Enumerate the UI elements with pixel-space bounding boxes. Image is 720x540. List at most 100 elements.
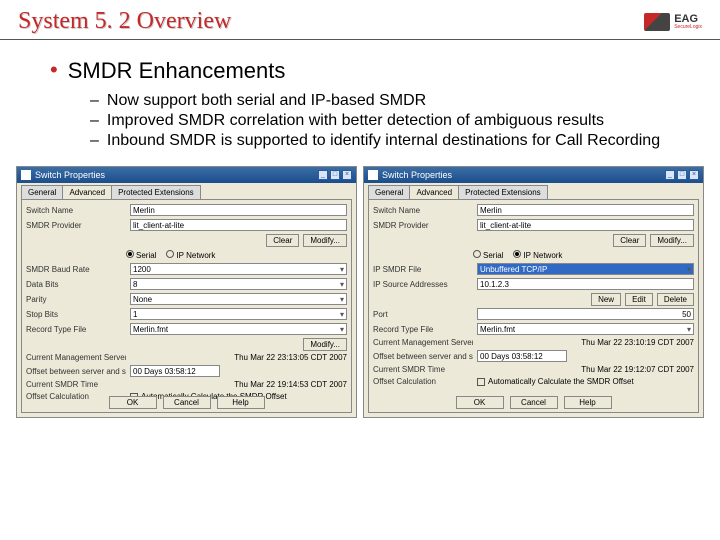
radio-group: Serial IP Network [126,250,347,260]
cancel-button[interactable]: Cancel [163,396,211,409]
radio-group: Serial IP Network [473,250,694,260]
label-smdr-time: Current SMDR Time [26,380,126,389]
window-icon [21,170,31,180]
field-ip-file[interactable]: Unbuffered TCP/IP [477,263,694,275]
dialog-buttons: OK Cancel Help [369,396,698,409]
radio-ipnetwork[interactable]: IP Network [166,250,215,260]
delete-button[interactable]: Delete [657,293,694,306]
field-stopbits[interactable]: 1 [130,308,347,320]
field-baud[interactable]: 1200 [130,263,347,275]
ok-button[interactable]: OK [109,396,157,409]
tab-panel: Switch Name Merlin SMDR Provider lit_cli… [21,199,352,413]
field-offset[interactable]: 00 Days 03:58:12 [130,365,220,377]
close-button[interactable]: × [689,170,699,180]
bullet-l2-text: Inbound SMDR is supported to identify in… [107,132,660,150]
tab-protected[interactable]: Protected Extensions [111,185,201,199]
label-ip-file: IP SMDR File [373,265,473,274]
field-rectype[interactable]: Merlin.fmt [477,323,694,335]
dialog-ip: Switch Properties _ □ × General Advanced… [363,166,704,418]
field-switch-name[interactable]: Merlin [130,204,347,216]
window-title: Switch Properties [382,170,452,180]
edit-button[interactable]: Edit [625,293,653,306]
cancel-button[interactable]: Cancel [510,396,558,409]
label-smdr-provider: SMDR Provider [26,221,126,230]
titlebar: Switch Properties _ □ × [17,167,356,183]
new-button[interactable]: New [591,293,621,306]
field-parity[interactable]: None [130,293,347,305]
field-offset[interactable]: 00 Days 03:58:12 [477,350,567,362]
field-ip-source[interactable]: 10.1.2.3 [477,278,694,290]
slide-body: • SMDR Enhancements – Now support both s… [0,40,720,158]
bullet-level2: – Improved SMDR correlation with better … [90,112,670,130]
window-title: Switch Properties [35,170,105,180]
label-smdr-time: Current SMDR Time [373,365,473,374]
minimize-button[interactable]: _ [665,170,675,180]
field-databits[interactable]: 8 [130,278,347,290]
titlebar: Switch Properties _ □ × [364,167,703,183]
field-port[interactable]: 50 [477,308,694,320]
modify-button[interactable]: Modify... [303,234,347,247]
checkbox-auto-calc[interactable]: Automatically Calculate the SMDR Offset [477,377,634,386]
label-parity: Parity [26,295,126,304]
tab-protected[interactable]: Protected Extensions [458,185,548,199]
modify-button[interactable]: Modify... [650,234,694,247]
label-rectype: Record Type File [373,325,473,334]
bullet-dot-icon: • [50,58,58,84]
slide-title: System 5. 2 Overview [18,8,231,35]
label-offset-srv: Offset between server and switch [373,352,473,361]
label-smdr-provider: SMDR Provider [373,221,473,230]
logo: EAG SecureLogix [644,13,702,31]
label-stopbits: Stop Bits [26,310,126,319]
value-cur-time: Thu Mar 22 23:10:19 CDT 2007 [477,338,694,347]
modify-button-2[interactable]: Modify... [303,338,347,351]
tab-panel: Switch Name Merlin SMDR Provider lit_cli… [368,199,699,413]
radio-serial[interactable]: Serial [473,250,503,260]
label-cur-time: Current Management Server Time [26,353,126,362]
field-smdr-provider[interactable]: lit_client-at-lite [477,219,694,231]
slide-header: System 5. 2 Overview EAG SecureLogix [0,0,720,40]
logo-text-sub: SecureLogix [674,25,702,30]
minimize-button[interactable]: _ [318,170,328,180]
field-rectype[interactable]: Merlin.fmt [130,323,347,335]
dash-icon: – [90,112,99,130]
tab-advanced[interactable]: Advanced [62,185,112,199]
tab-advanced[interactable]: Advanced [409,185,459,199]
field-switch-name[interactable]: Merlin [477,204,694,216]
label-switch-name: Switch Name [373,206,473,215]
dash-icon: – [90,132,99,150]
value-smdr-time: Thu Mar 22 19:14:53 CDT 2007 [130,380,347,389]
logo-icon [644,13,670,31]
value-cur-time: Thu Mar 22 23:13:05 CDT 2007 [130,353,347,362]
close-button[interactable]: × [342,170,352,180]
tab-general[interactable]: General [21,185,63,199]
label-switch-name: Switch Name [26,206,126,215]
label-ip-source: IP Source Addresses [373,280,473,289]
label-port: Port [373,310,473,319]
logo-text-main: EAG [674,14,702,25]
dialog-serial: Switch Properties _ □ × General Advanced… [16,166,357,418]
field-smdr-provider[interactable]: lit_client-at-lite [130,219,347,231]
ok-button[interactable]: OK [456,396,504,409]
dialog-buttons: OK Cancel Help [22,396,351,409]
label-cur-time: Current Management Server Time [373,338,473,347]
help-button[interactable]: Help [564,396,612,409]
value-smdr-time: Thu Mar 22 19:12:07 CDT 2007 [477,365,694,374]
bullet-l1-text: SMDR Enhancements [68,58,286,84]
tab-general[interactable]: General [368,185,410,199]
tab-strip: General Advanced Protected Extensions [17,183,356,199]
bullet-l2-text: Now support both serial and IP-based SMD… [107,92,426,110]
radio-ipnetwork[interactable]: IP Network [513,250,562,260]
bullet-level2: – Inbound SMDR is supported to identify … [90,132,670,150]
label-rectype: Record Type File [26,325,126,334]
window-icon [368,170,378,180]
maximize-button[interactable]: □ [677,170,687,180]
label-databits: Data Bits [26,280,126,289]
help-button[interactable]: Help [217,396,265,409]
bullet-level2: – Now support both serial and IP-based S… [90,92,670,110]
label-offset-calc: Offset Calculation [373,377,473,386]
maximize-button[interactable]: □ [330,170,340,180]
label-offset-srv: Offset between server and switch [26,367,126,376]
radio-serial[interactable]: Serial [126,250,156,260]
clear-button[interactable]: Clear [266,234,299,247]
clear-button[interactable]: Clear [613,234,646,247]
